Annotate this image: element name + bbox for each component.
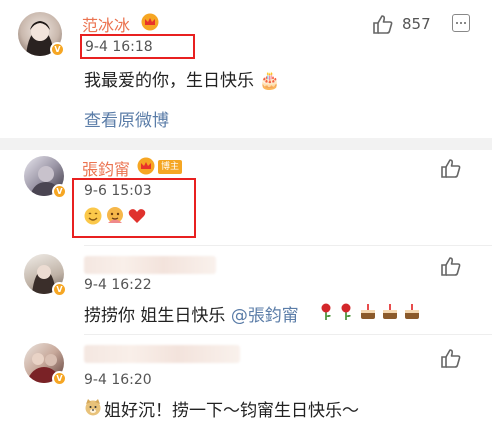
verified-badge-icon: V	[52, 371, 67, 386]
comment-1: V 范冰冰 9-4 16:18 我最爱的你，生日快乐 🎂 查看原微博 857	[0, 0, 492, 138]
crown-icon	[137, 157, 155, 175]
like-icon[interactable]	[440, 256, 462, 276]
view-original-link[interactable]: 查看原微博	[84, 106, 169, 131]
verified-badge-icon: V	[52, 184, 67, 199]
heart-icon	[128, 209, 146, 223]
like-count: 857	[402, 15, 431, 33]
username[interactable]: 范冰冰	[82, 12, 130, 36]
cake-icon	[383, 304, 397, 319]
username[interactable]: 張鈞甯	[82, 156, 130, 180]
rose-icon	[321, 303, 331, 320]
comment-text: 捞捞你 姐生日快乐 @張鈞甯	[84, 301, 299, 326]
like-icon[interactable]	[372, 14, 394, 34]
crown-icon	[141, 13, 159, 31]
smile-emoji-icon	[84, 207, 102, 225]
comment-4: V 9-4 16:20 姐好沉！捞一下～钧甯生日快乐～	[0, 335, 492, 430]
rose-icon	[341, 303, 351, 320]
cake-icon: 🎂	[259, 71, 281, 91]
comment-2: V 張鈞甯 博主 9-6 15:03	[0, 150, 492, 240]
more-icon[interactable]	[452, 14, 470, 32]
blogger-badge: 博主	[158, 160, 183, 174]
hug-emoji-icon	[107, 207, 123, 223]
comment-text-body: 我最爱的你，生日快乐	[84, 71, 254, 91]
blurred-username	[84, 345, 240, 363]
like-icon[interactable]	[440, 348, 462, 368]
verified-badge-icon: V	[50, 42, 65, 57]
comment-time: 9-4 16:22	[84, 277, 152, 293]
blurred-username	[84, 256, 216, 274]
comment-text: 姐好沉！捞一下～钧甯生日快乐～	[104, 401, 359, 421]
comment-3: V 9-4 16:22 捞捞你 姐生日快乐 @張鈞甯	[0, 246, 492, 332]
cake-icon	[361, 304, 375, 319]
section-divider	[0, 138, 492, 150]
doge-emoji-icon	[85, 399, 101, 416]
verified-badge-icon: V	[52, 282, 67, 297]
cake-icon	[405, 304, 419, 319]
mention-link[interactable]: @張鈞甯	[231, 306, 299, 326]
like-icon[interactable]	[440, 158, 462, 178]
highlight-box	[80, 34, 195, 59]
comment-text-body: 捞捞你 姐生日快乐	[84, 306, 226, 326]
comment-text: 我最爱的你，生日快乐 🎂	[84, 66, 281, 91]
comment-time: 9-4 16:20	[84, 372, 152, 388]
